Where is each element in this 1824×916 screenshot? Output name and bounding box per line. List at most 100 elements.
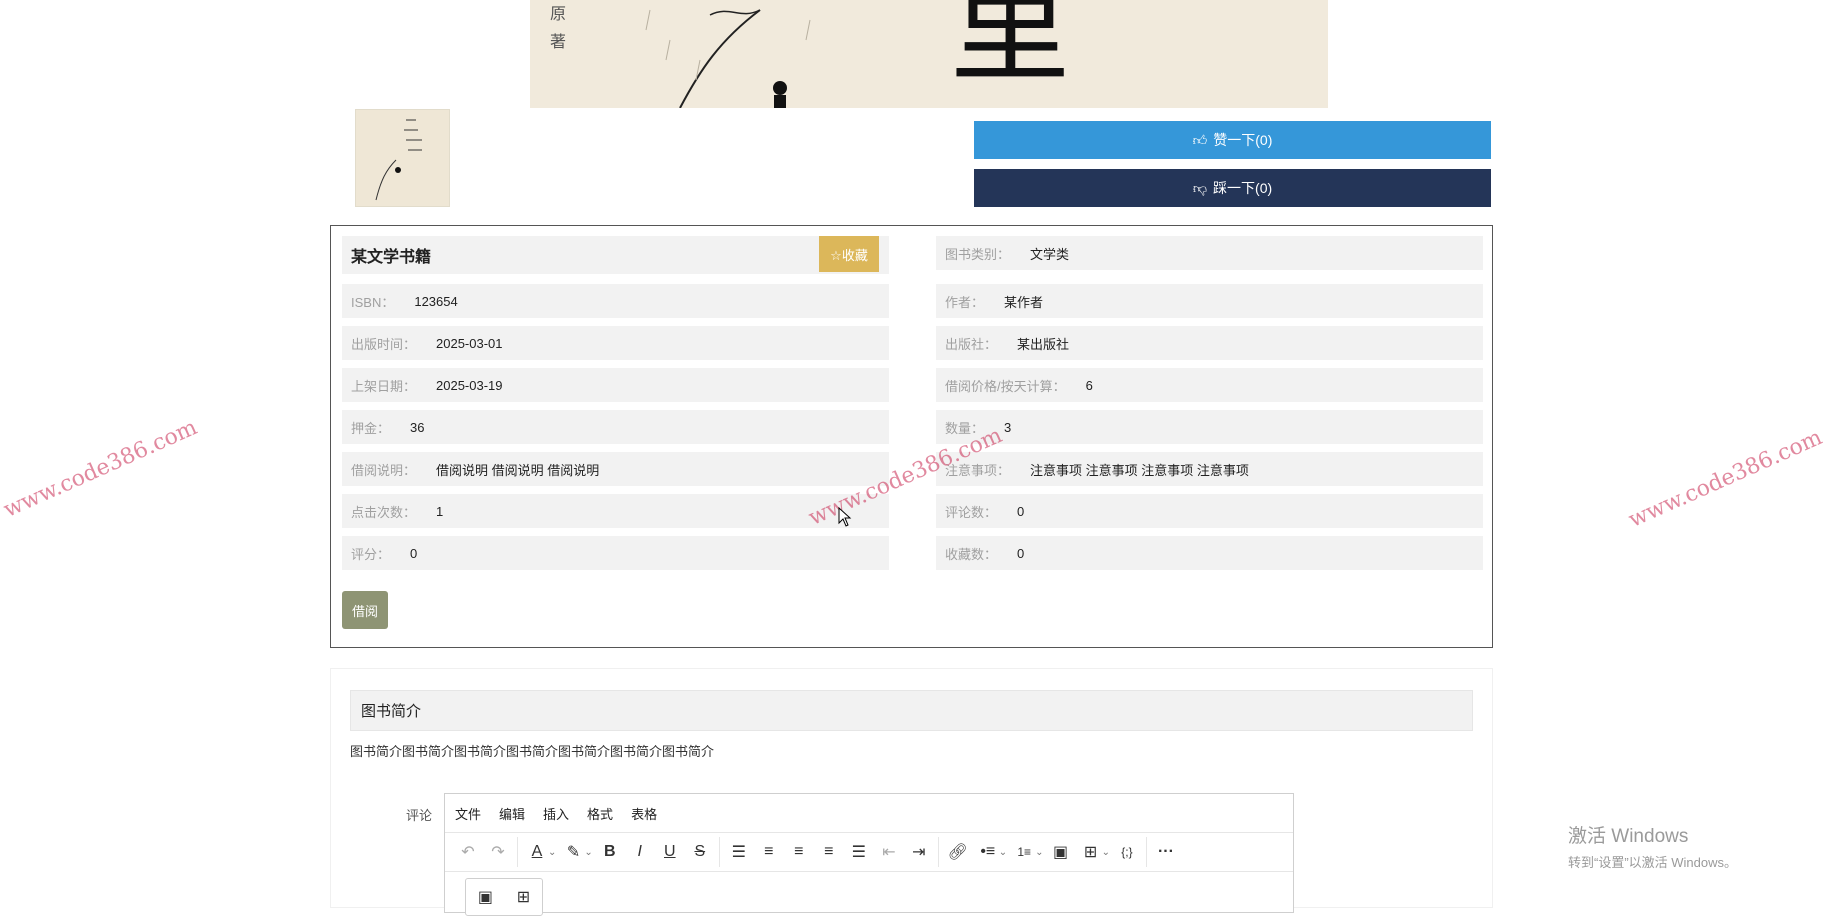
like-button[interactable]: 👍︎ 赞一下(0) — [974, 121, 1491, 159]
field-row: 数量： 3 — [936, 410, 1483, 444]
field-label: 评分： — [351, 546, 391, 562]
field-row: 押金： 36 — [342, 410, 889, 444]
field-label: 收藏数： — [945, 546, 998, 562]
field-value: 某出版社 — [1017, 336, 1070, 352]
field-value: 0 — [1017, 545, 1025, 561]
dislike-button[interactable]: 👎︎ 踩一下(0) — [974, 169, 1491, 207]
chevron-down-icon[interactable]: ⌄ — [999, 847, 1007, 858]
field-value: 文学类 — [1030, 246, 1070, 262]
field-row: 借阅价格/按天计算： 6 — [936, 368, 1483, 402]
strikethrough-icon[interactable]: S — [685, 837, 715, 867]
align-right-icon[interactable]: ≡ — [814, 837, 844, 867]
book-cover-image: 原 著 里 — [530, 0, 1328, 108]
field-value: 1 — [436, 503, 444, 519]
field-value: 36 — [410, 419, 425, 435]
toolbar-divider — [1145, 837, 1147, 867]
borrow-button[interactable]: 借阅 — [342, 591, 388, 629]
field-label: 出版时间： — [351, 336, 417, 352]
chevron-down-icon[interactable]: ⌄ — [548, 847, 556, 858]
field-value: 3 — [1004, 419, 1012, 435]
cover-illustration — [645, 9, 811, 108]
underline-icon[interactable]: U — [655, 837, 685, 867]
field-label: 图书类别： — [945, 246, 1011, 262]
chevron-down-icon[interactable]: ⌄ — [1102, 847, 1110, 858]
image-icon[interactable]: ▣ — [1046, 837, 1076, 867]
activation-title: 激活 Windows — [1568, 826, 1689, 847]
align-left-icon[interactable]: ≡ — [754, 837, 784, 867]
field-value: 0 — [410, 545, 418, 561]
cover-spine-char: 著 — [550, 32, 567, 51]
field-row: 作者： 某作者 — [936, 284, 1483, 318]
field-row: 评分： 0 — [342, 536, 889, 570]
field-value: 6 — [1085, 377, 1093, 393]
field-label: 评论数： — [945, 504, 998, 520]
indent-icon[interactable]: ⇥ — [904, 837, 934, 867]
toolbar-divider — [718, 837, 720, 867]
field-label: 作者： — [945, 294, 985, 310]
field-row: 借阅说明： 借阅说明 借阅说明 借阅说明 — [342, 452, 889, 486]
dislike-label: 踩一下(0) — [1213, 180, 1273, 196]
like-label: 赞一下(0) — [1213, 132, 1273, 148]
field-row: 评论数： 0 — [936, 494, 1483, 528]
windows-activation-notice: 激活 Windows 转到“设置”以激活 Windows。 — [1568, 821, 1737, 871]
thumbs-up-icon: 👍︎ — [1192, 131, 1208, 148]
line-height-icon[interactable]: ☰ — [724, 837, 754, 867]
editor-toolbar: ↶ ↷ A ⌄ ✎ ⌄ B I U S ☰ ≡ ≡ ≡ ☰ ⇤ ⇥ 🔗︎ •≡ ⌄ 1… — [445, 832, 1293, 872]
field-row: ISBN： 123654 — [342, 284, 889, 318]
toolbar-divider — [517, 837, 518, 867]
field-row: 注意事项： 注意事项 注意事项 注意事项 注意事项 — [936, 452, 1483, 486]
outdent-icon[interactable]: ⇤ — [874, 837, 904, 867]
editor-menubar: 文件 编辑 插入 格式 表格 — [455, 794, 657, 832]
book-thumbnail[interactable] — [355, 109, 450, 207]
field-value: 2025-03-19 — [436, 377, 503, 393]
table-icon[interactable]: ⊞ — [517, 887, 530, 907]
watermark: www.code386.com — [0, 415, 202, 523]
comment-label: 评论 — [406, 808, 433, 823]
align-justify-icon[interactable]: ☰ — [844, 837, 874, 867]
intro-panel: 图书简介 图书简介图书简介图书简介图书简介图书简介图书简介图书简介 评论 文件 … — [330, 668, 1493, 916]
code-sample-icon[interactable]: {;} — [1112, 837, 1142, 867]
image-icon[interactable]: ▣ — [478, 887, 493, 907]
redo-icon[interactable]: ↷ — [483, 837, 513, 867]
menu-table[interactable]: 表格 — [631, 804, 657, 823]
field-label: 上架日期： — [351, 378, 417, 394]
field-row: 出版时间： 2025-03-01 — [342, 326, 889, 360]
field-label: 借阅说明： — [351, 462, 417, 478]
mouse-cursor-icon — [838, 507, 852, 527]
align-center-icon[interactable]: ≡ — [784, 837, 814, 867]
field-label: 出版社： — [945, 336, 998, 352]
link-icon[interactable]: 🔗︎ — [943, 837, 973, 867]
chevron-down-icon[interactable]: ⌄ — [584, 847, 592, 858]
field-label: 押金： — [351, 420, 391, 436]
toolbar-divider — [937, 837, 939, 867]
menu-file[interactable]: 文件 — [455, 804, 481, 823]
field-value: 123654 — [414, 293, 458, 309]
thumbs-down-icon: 👎︎ — [1192, 179, 1208, 196]
undo-icon[interactable]: ↶ — [453, 837, 483, 867]
menu-insert[interactable]: 插入 — [543, 804, 569, 823]
watermark: www.code386.com — [1625, 425, 1824, 533]
book-title-row: 某文学书籍 ☆收藏 — [342, 236, 889, 274]
field-value: 2025-03-01 — [436, 335, 503, 351]
comment-editor[interactable]: 文件 编辑 插入 格式 表格 ↶ ↷ A ⌄ ✎ ⌄ B I U S ☰ ≡ ≡ ≡… — [444, 793, 1294, 916]
field-row: 出版社： 某出版社 — [936, 326, 1483, 360]
chevron-down-icon[interactable]: ⌄ — [1035, 847, 1043, 858]
field-label: ISBN： — [351, 294, 395, 310]
menu-format[interactable]: 格式 — [587, 804, 613, 823]
field-row: 上架日期： 2025-03-19 — [342, 368, 889, 402]
more-icon[interactable]: ··· — [1151, 837, 1181, 867]
field-row: 收藏数： 0 — [936, 536, 1483, 570]
activation-subtitle: 转到“设置”以激活 Windows。 — [1568, 855, 1738, 870]
menu-edit[interactable]: 编辑 — [499, 804, 525, 823]
favorite-button[interactable]: ☆收藏 — [819, 236, 879, 272]
bold-icon[interactable]: B — [595, 837, 625, 867]
thumbnail-illustration — [356, 110, 449, 206]
book-title: 某文学书籍 — [351, 249, 432, 266]
field-value: 注意事项 注意事项 注意事项 注意事项 — [1030, 462, 1249, 478]
quick-insert-toolbar: ▣ ⊞ — [465, 878, 543, 916]
intro-heading: 图书简介 — [350, 690, 1473, 731]
book-detail-panel: 某文学书籍 ☆收藏 ISBN： 123654 出版时间： 2025-03-01 … — [330, 225, 1493, 648]
intro-text: 图书简介图书简介图书简介图书简介图书简介图书简介图书简介 — [350, 744, 715, 759]
italic-icon[interactable]: I — [625, 837, 655, 867]
field-value: 借阅说明 借阅说明 借阅说明 — [436, 462, 600, 478]
